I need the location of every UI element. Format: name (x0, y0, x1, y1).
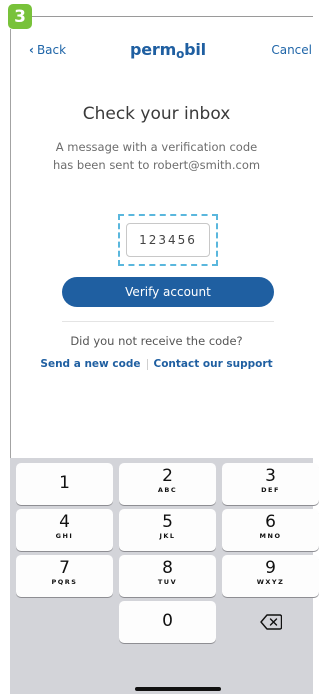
resend-question: Did you not receive the code? (70, 334, 243, 348)
message-line-1: A message with a verification code (55, 140, 258, 154)
key-6[interactable]: 6 MNO (222, 509, 319, 551)
home-indicator (135, 687, 221, 691)
contact-support-link[interactable]: Contact our support (154, 358, 273, 370)
key-letters: MNO (259, 532, 282, 540)
key-letters: WXYZ (256, 578, 285, 586)
key-digit: 4 (59, 512, 70, 532)
cancel-button[interactable]: Cancel (271, 43, 312, 57)
annotation-line (28, 16, 313, 17)
permobil-logo: permobil (130, 40, 206, 61)
back-button[interactable]: ‹ Back (29, 43, 66, 57)
page-title: Check your inbox (82, 104, 231, 124)
key-2[interactable]: 2 ABC (119, 463, 216, 505)
delete-backspace-icon (259, 614, 282, 630)
help-links: Send a new code Contact our support (0, 358, 313, 370)
key-letters: JKL (159, 532, 176, 540)
key-digit: 3 (265, 466, 276, 486)
key-letters: ABC (157, 486, 178, 494)
verification-message: A message with a verification code has b… (0, 138, 313, 174)
key-letters: DEF (261, 486, 280, 494)
key-8[interactable]: 8 TUV (119, 555, 216, 597)
link-separator (146, 358, 148, 370)
key-4[interactable]: 4 GHI (16, 509, 113, 551)
key-digit: 5 (162, 512, 173, 532)
key-digit: 6 (265, 512, 276, 532)
key-7[interactable]: 7 PQRS (16, 555, 113, 597)
step-badge: 3 (8, 4, 32, 29)
navigation-bar: ‹ Back permobil Cancel (10, 40, 313, 61)
back-label: Back (36, 43, 67, 57)
key-digit: 9 (265, 558, 276, 578)
key-digit: 2 (162, 466, 173, 486)
key-1[interactable]: 1 (16, 463, 113, 505)
numeric-keyboard: 1 2 ABC 3 DEF 4 GHI 5 JKL 6 MNO 7 PQRS 8… (10, 458, 319, 694)
key-digit: 1 (59, 473, 70, 493)
key-9[interactable]: 9 WXYZ (222, 555, 319, 597)
key-letters: GHI (55, 532, 74, 540)
verify-account-button[interactable]: Verify account (62, 277, 274, 307)
key-digit: 7 (59, 558, 70, 578)
chevron-left-icon: ‹ (29, 43, 34, 57)
key-3[interactable]: 3 DEF (222, 463, 319, 505)
verification-code-input[interactable]: 123456 (126, 223, 210, 257)
key-letters: TUV (157, 578, 178, 586)
key-0[interactable]: 0 (119, 601, 216, 643)
key-digit: 8 (162, 558, 173, 578)
divider (62, 321, 274, 322)
key-digit: 0 (162, 611, 173, 631)
key-5[interactable]: 5 JKL (119, 509, 216, 551)
message-line-2: has been sent to robert@smith.com (52, 158, 261, 172)
send-new-code-link[interactable]: Send a new code (40, 358, 140, 370)
backspace-key[interactable] (222, 601, 319, 643)
key-letters: PQRS (51, 578, 78, 586)
